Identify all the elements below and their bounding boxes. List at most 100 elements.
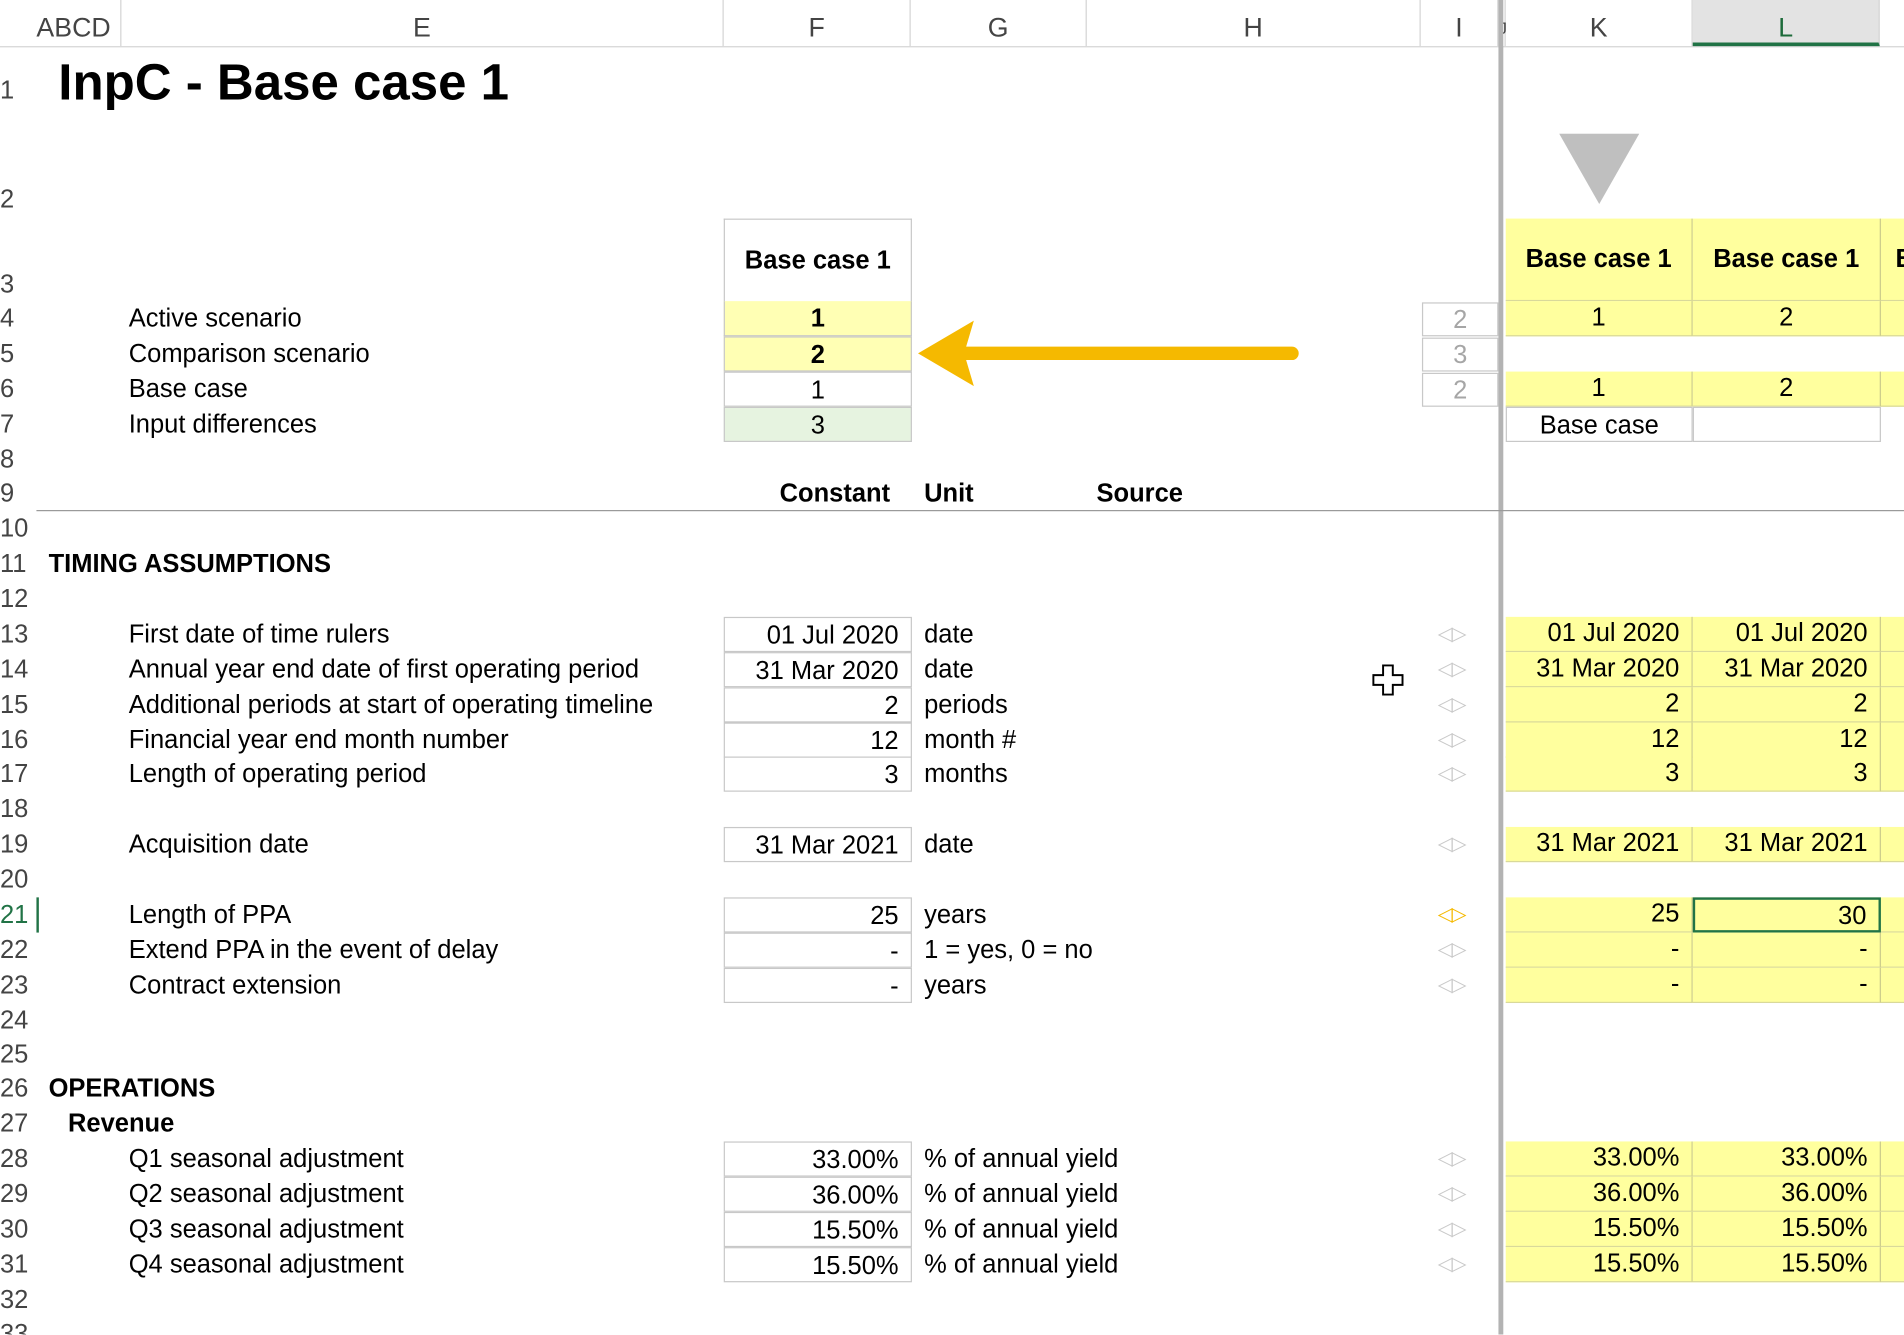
q1-seasonal-input[interactable]: 33.00% <box>723 1141 912 1177</box>
additional-periods-scenario-k[interactable]: 2 <box>1505 687 1693 723</box>
row-header-33[interactable]: 33 <box>0 1316 36 1335</box>
extend-ppa-compare-arrows-icon[interactable]: ◁▷ <box>1438 933 1467 968</box>
acquisition-date-scenario-k[interactable]: 31 Mar 2021 <box>1505 826 1693 863</box>
row-header-16[interactable]: 16 <box>0 723 36 758</box>
row-header-19[interactable]: 19 <box>0 827 36 862</box>
contract-extension-scenario-k[interactable]: - <box>1505 967 1693 1004</box>
contract-extension-compare-arrows-icon[interactable]: ◁▷ <box>1438 968 1467 1003</box>
base-case-value[interactable]: 1 <box>723 371 912 407</box>
row-header-21[interactable]: 21 <box>0 897 39 933</box>
q3-seasonal-scenario-l[interactable]: 15.50% <box>1692 1211 1881 1248</box>
scenario-k-active[interactable]: 1 <box>1505 301 1693 337</box>
row-header-10[interactable]: 10 <box>0 511 36 546</box>
col-header-abcd[interactable]: ABCD <box>36 0 122 47</box>
row-header-8[interactable]: 8 <box>0 442 36 477</box>
row-header-15[interactable]: 15 <box>0 687 36 722</box>
acquisition-date-scenario-l[interactable]: 31 Mar 2021 <box>1692 826 1881 863</box>
row-header-26[interactable]: 26 <box>0 1071 36 1106</box>
year-end-date-input[interactable]: 31 Mar 2020 <box>723 652 912 688</box>
q4-seasonal-input[interactable]: 15.50% <box>723 1247 912 1283</box>
active-scenario-input[interactable]: 1 <box>723 301 912 337</box>
contract-extension-scenario-m[interactable] <box>1880 967 1904 1004</box>
acquisition-date-input[interactable]: 31 Mar 2021 <box>723 826 912 863</box>
first-date-input[interactable]: 01 Jul 2020 <box>723 616 912 653</box>
fy-end-month-compare-arrows-icon[interactable]: ◁▷ <box>1438 723 1467 758</box>
scenario-m-base[interactable] <box>1880 371 1904 407</box>
scenario-l-base[interactable]: 2 <box>1692 371 1881 407</box>
first-date-scenario-m[interactable] <box>1880 616 1904 653</box>
q1-seasonal-scenario-m[interactable] <box>1880 1141 1904 1177</box>
col-header-h[interactable]: H <box>1087 0 1421 47</box>
scenario-l-diff[interactable] <box>1692 406 1881 443</box>
ppa-length-scenario-k[interactable]: 25 <box>1505 897 1693 933</box>
extend-ppa-scenario-m[interactable] <box>1880 932 1904 968</box>
year-end-date-scenario-l[interactable]: 31 Mar 2020 <box>1692 652 1881 688</box>
year-end-date-scenario-k[interactable]: 31 Mar 2020 <box>1505 652 1693 688</box>
q2-seasonal-input[interactable]: 36.00% <box>723 1176 912 1212</box>
scenario-l-header[interactable]: Base case 1 <box>1692 218 1881 302</box>
q2-seasonal-scenario-m[interactable] <box>1880 1176 1904 1212</box>
row-header-11[interactable]: 11 <box>0 546 36 581</box>
col-header-g[interactable]: G <box>911 0 1087 47</box>
ppa-length-input[interactable]: 25 <box>723 897 912 933</box>
row-header-32[interactable]: 32 <box>0 1282 36 1317</box>
acquisition-date-compare-arrows-icon[interactable]: ◁▷ <box>1438 827 1467 862</box>
q4-seasonal-scenario-m[interactable] <box>1880 1247 1904 1283</box>
extend-ppa-input[interactable]: - <box>723 932 912 968</box>
q2-seasonal-scenario-k[interactable]: 36.00% <box>1505 1176 1693 1212</box>
year-end-date-scenario-m[interactable] <box>1880 652 1904 688</box>
q2-seasonal-compare-arrows-icon[interactable]: ◁▷ <box>1438 1177 1467 1212</box>
row-header-2[interactable]: 2 <box>0 182 36 217</box>
scenario-k-diff[interactable]: Base case <box>1505 406 1693 443</box>
scenario-header-cell[interactable]: Base case 1 <box>723 218 912 302</box>
col-header-f[interactable]: F <box>724 0 911 47</box>
q3-seasonal-scenario-m[interactable] <box>1880 1211 1904 1248</box>
row-header-20[interactable]: 20 <box>0 862 36 897</box>
operating-period-length-compare-arrows-icon[interactable]: ◁▷ <box>1438 757 1467 792</box>
row-header-13[interactable]: 13 <box>0 617 36 652</box>
fy-end-month-scenario-m[interactable] <box>1880 722 1904 758</box>
operating-period-length-input[interactable]: 3 <box>723 756 912 792</box>
row-header-28[interactable]: 28 <box>0 1141 36 1176</box>
extend-ppa-scenario-l[interactable]: - <box>1692 932 1881 968</box>
first-date-scenario-l[interactable]: 01 Jul 2020 <box>1692 616 1881 653</box>
row-header-23[interactable]: 23 <box>0 968 36 1003</box>
ppa-length-scenario-m[interactable] <box>1880 897 1904 933</box>
input-differences-value[interactable]: 3 <box>723 406 912 443</box>
col-header-i[interactable]: I <box>1421 0 1499 47</box>
additional-periods-scenario-l[interactable]: 2 <box>1692 687 1881 723</box>
q4-seasonal-scenario-k[interactable]: 15.50% <box>1505 1247 1693 1283</box>
row-header-3[interactable]: 3 <box>0 267 36 302</box>
col-header-k[interactable]: K <box>1506 0 1693 47</box>
operating-period-length-scenario-l[interactable]: 3 <box>1692 756 1881 792</box>
row-header-6[interactable]: 6 <box>0 372 36 407</box>
ppa-length-scenario-l[interactable]: 30 <box>1692 897 1881 933</box>
additional-periods-scenario-m[interactable] <box>1880 687 1904 723</box>
q4-seasonal-scenario-l[interactable]: 15.50% <box>1692 1247 1881 1283</box>
first-date-compare-arrows-icon[interactable]: ◁▷ <box>1438 617 1467 652</box>
q1-seasonal-scenario-k[interactable]: 33.00% <box>1505 1141 1693 1177</box>
scenario-k-header[interactable]: Base case 1 <box>1505 218 1693 302</box>
extend-ppa-scenario-k[interactable]: - <box>1505 932 1693 968</box>
q3-seasonal-compare-arrows-icon[interactable]: ◁▷ <box>1438 1212 1467 1247</box>
row-header-31[interactable]: 31 <box>0 1247 36 1282</box>
row-header-14[interactable]: 14 <box>0 652 36 687</box>
row-header-5[interactable]: 5 <box>0 336 36 371</box>
scenario-m-header[interactable]: B <box>1880 218 1904 302</box>
row-header-22[interactable]: 22 <box>0 933 36 968</box>
row-header-4[interactable]: 4 <box>0 301 36 336</box>
contract-extension-scenario-l[interactable]: - <box>1692 967 1881 1004</box>
col-header-l[interactable]: L <box>1692 0 1880 47</box>
row-header-1[interactable]: 1 <box>0 73 36 108</box>
row-header-24[interactable]: 24 <box>0 1003 36 1038</box>
row-header-9[interactable]: 9 <box>0 476 36 511</box>
q1-seasonal-compare-arrows-icon[interactable]: ◁▷ <box>1438 1141 1467 1176</box>
row-header-18[interactable]: 18 <box>0 792 36 827</box>
scenario-m-active[interactable] <box>1880 301 1904 337</box>
year-end-date-compare-arrows-icon[interactable]: ◁▷ <box>1438 652 1467 687</box>
row-header-30[interactable]: 30 <box>0 1212 36 1247</box>
col-header-e[interactable]: E <box>121 0 724 47</box>
first-date-scenario-k[interactable]: 01 Jul 2020 <box>1505 616 1693 653</box>
scenario-k-base[interactable]: 1 <box>1505 371 1693 407</box>
contract-extension-input[interactable]: - <box>723 967 912 1004</box>
